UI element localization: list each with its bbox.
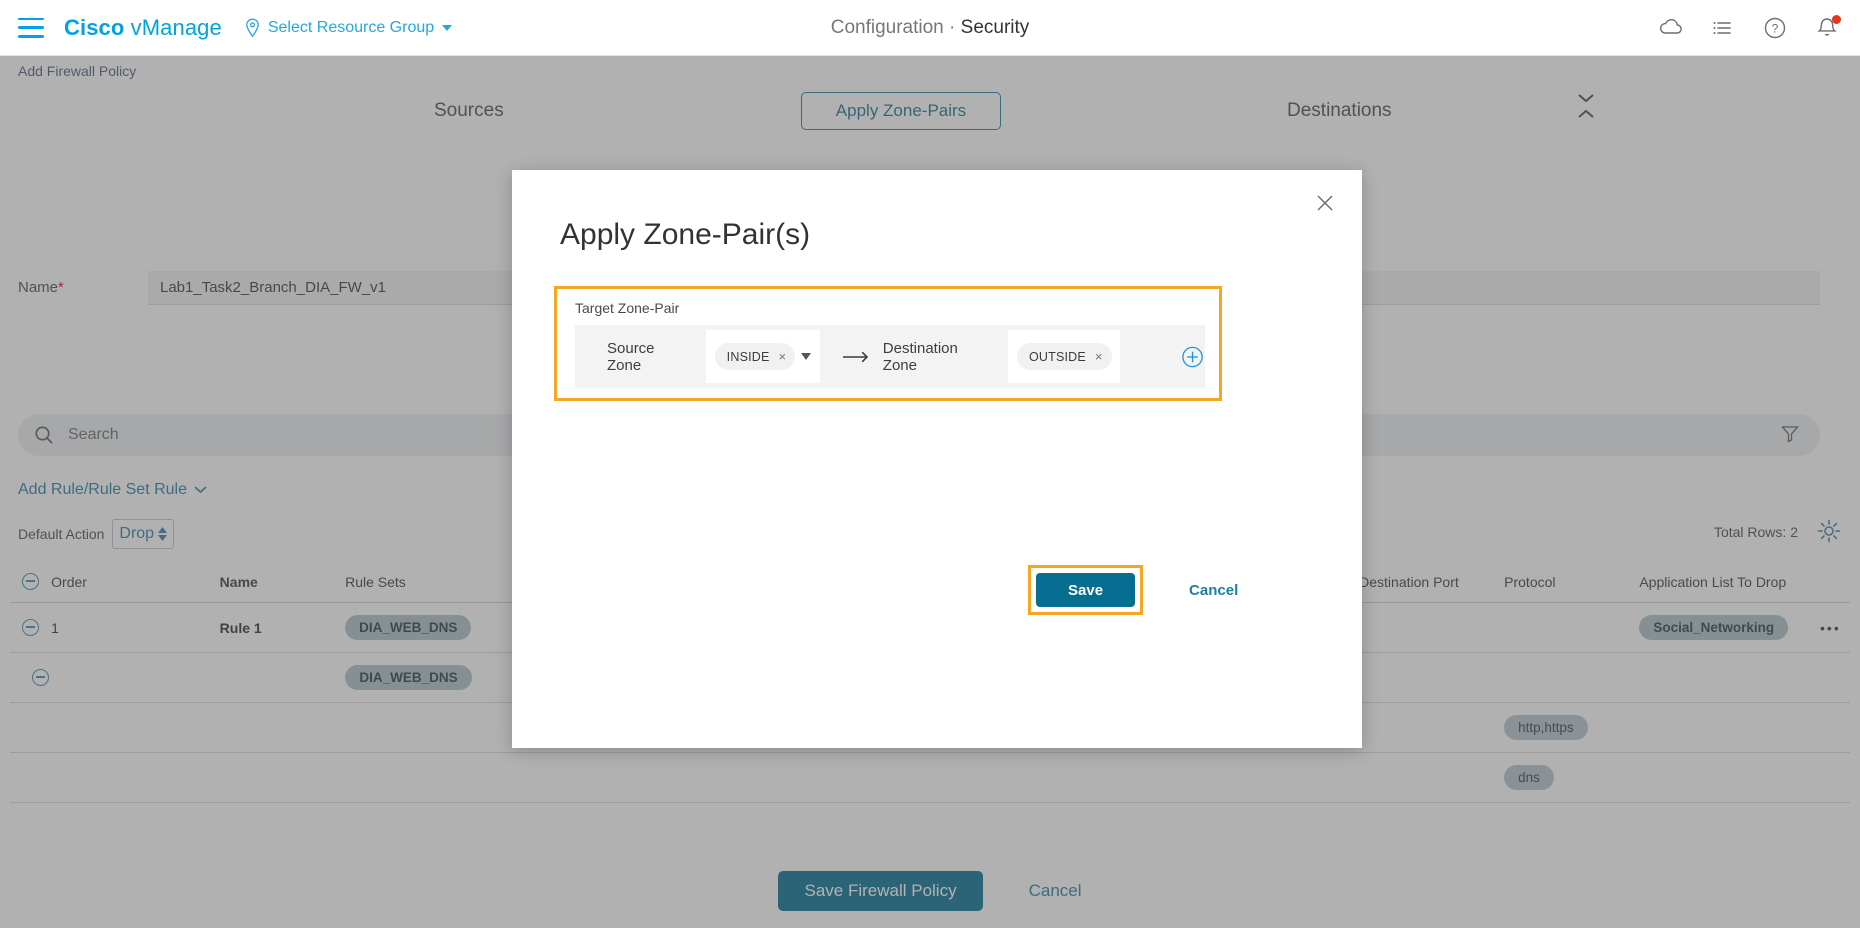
source-zone-label: Source Zone xyxy=(607,339,655,374)
notification-badge xyxy=(1832,14,1841,24)
chevron-down-icon xyxy=(442,24,453,31)
apply-zone-pairs-dialog: Apply Zone-Pair(s) Target Zone-Pair Sour… xyxy=(512,170,1362,748)
target-zone-pair-section: Target Zone-Pair Source Zone INSIDE × De… xyxy=(554,286,1222,401)
help-icon[interactable]: ? xyxy=(1762,15,1788,41)
page-title-page: Security xyxy=(960,16,1030,38)
source-zone-chip-label: INSIDE xyxy=(726,349,770,364)
destination-zone-label: Destination Zone xyxy=(882,339,958,374)
dialog-action-bar: Save Cancel xyxy=(1028,565,1238,615)
page-title-separator: · xyxy=(949,16,956,38)
chevron-down-icon xyxy=(800,353,811,360)
app-root: Cisco vManage Select Resource Group Conf… xyxy=(0,0,1860,928)
remove-source-zone-icon[interactable]: × xyxy=(779,349,787,364)
top-icon-group: ? xyxy=(1658,14,1841,41)
remove-destination-zone-icon[interactable]: × xyxy=(1095,349,1103,364)
dialog-title: Apply Zone-Pair(s) xyxy=(560,218,811,251)
resource-group-selector[interactable]: Select Resource Group xyxy=(244,18,453,38)
list-icon[interactable] xyxy=(1710,15,1736,41)
app-logo: Cisco vManage xyxy=(64,15,222,41)
brand-secondary: vManage xyxy=(130,14,222,40)
source-zone-chip: INSIDE × xyxy=(714,343,796,370)
plus-circle-icon[interactable] xyxy=(1180,344,1205,370)
cancel-button[interactable]: Cancel xyxy=(1189,582,1238,599)
target-zone-pair-label: Target Zone-Pair xyxy=(575,300,680,316)
destination-zone-select[interactable]: OUTSIDE × xyxy=(1007,330,1120,383)
save-button[interactable]: Save xyxy=(1036,573,1136,607)
location-pin-icon xyxy=(245,18,259,37)
destination-zone-chip: OUTSIDE × xyxy=(1016,343,1112,370)
arrow-right-icon xyxy=(842,351,869,362)
svg-text:?: ? xyxy=(1772,21,1779,35)
close-icon[interactable] xyxy=(1314,192,1336,214)
resource-group-label: Select Resource Group xyxy=(267,18,435,36)
destination-zone-chip-label: OUTSIDE xyxy=(1028,349,1086,364)
brand-primary: Cisco xyxy=(64,14,125,40)
cloud-icon[interactable] xyxy=(1658,15,1684,41)
top-navigation-bar: Cisco vManage Select Resource Group Conf… xyxy=(0,0,1860,56)
save-button-highlight: Save xyxy=(1028,565,1144,615)
page-title-section: Configuration xyxy=(830,16,944,38)
zone-pair-row: Source Zone INSIDE × Destination Zone OU… xyxy=(575,325,1205,388)
notification-bell-icon[interactable] xyxy=(1814,14,1841,41)
source-zone-select[interactable]: INSIDE × xyxy=(705,330,820,383)
hamburger-menu-icon[interactable] xyxy=(18,17,44,38)
